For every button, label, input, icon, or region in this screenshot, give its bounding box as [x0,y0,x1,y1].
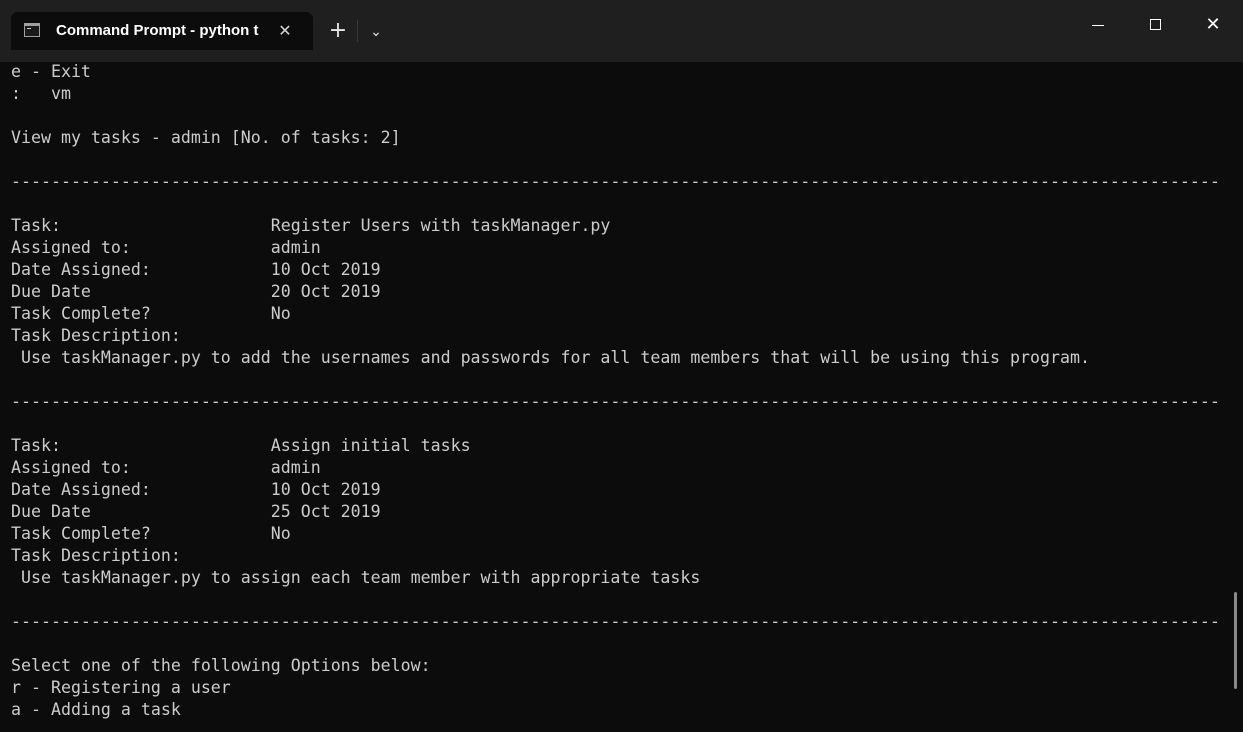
terminal-line: e - Exit [11,62,91,81]
tab-title: Command Prompt - python t [56,22,259,39]
close-icon: ✕ [1205,14,1221,35]
close-tab-icon[interactable]: ✕ [273,19,297,43]
minimize-icon [1092,25,1104,26]
terminal-line: a - Adding a task [11,700,181,719]
close-window-button[interactable]: ✕ [1190,6,1236,44]
tab-divider [357,20,358,42]
scrollbar-thumb[interactable] [1234,592,1237,689]
title-bar: Command Prompt - python t ✕ + ⌄ ✕ [0,0,1243,62]
terminal-line: ----------------------------------------… [11,172,1220,191]
terminal-line: Task Complete? No [11,524,291,543]
terminal-line: Task: Register Users with taskManager.py [11,216,611,235]
terminal-line: Assigned to: admin [11,458,321,477]
maximize-button[interactable] [1133,6,1179,44]
terminal-line: Date Assigned: 10 Oct 2019 [11,260,381,279]
terminal-line: Date Assigned: 10 Oct 2019 [11,480,381,499]
terminal-line: Assigned to: admin [11,238,321,257]
terminal-line: Task: Assign initial tasks [11,436,471,455]
terminal-line: r - Registering a user [11,678,231,697]
terminal-line: Task Complete? No [11,304,291,323]
terminal-line: ----------------------------------------… [11,392,1220,411]
terminal-line: Use taskManager.py to assign each team m… [11,568,701,587]
terminal-line: : vm [11,84,71,103]
terminal-line: Task Description: [11,326,181,345]
terminal-line: Due Date 20 Oct 2019 [11,282,381,301]
command-prompt-icon [24,23,40,37]
chevron-down-icon[interactable]: ⌄ [362,18,390,46]
minimize-button[interactable] [1075,6,1121,44]
terminal-line: Task Description: [11,546,181,565]
new-tab-button[interactable]: + [324,18,352,46]
terminal-line: ----------------------------------------… [11,612,1220,631]
maximize-icon [1150,19,1161,30]
terminal-line: View my tasks - admin [No. of tasks: 2] [11,128,401,147]
terminal-line: Use taskManager.py to add the usernames … [11,348,1090,367]
terminal-output[interactable]: e - Exit : vm View my tasks - admin [No. o… [11,61,1226,732]
tab-command-prompt[interactable]: Command Prompt - python t ✕ [11,12,313,50]
terminal-line: Due Date 25 Oct 2019 [11,502,381,521]
terminal-line: Select one of the following Options belo… [11,656,431,675]
terminal-window: Command Prompt - python t ✕ + ⌄ ✕ e - Ex… [0,0,1243,732]
